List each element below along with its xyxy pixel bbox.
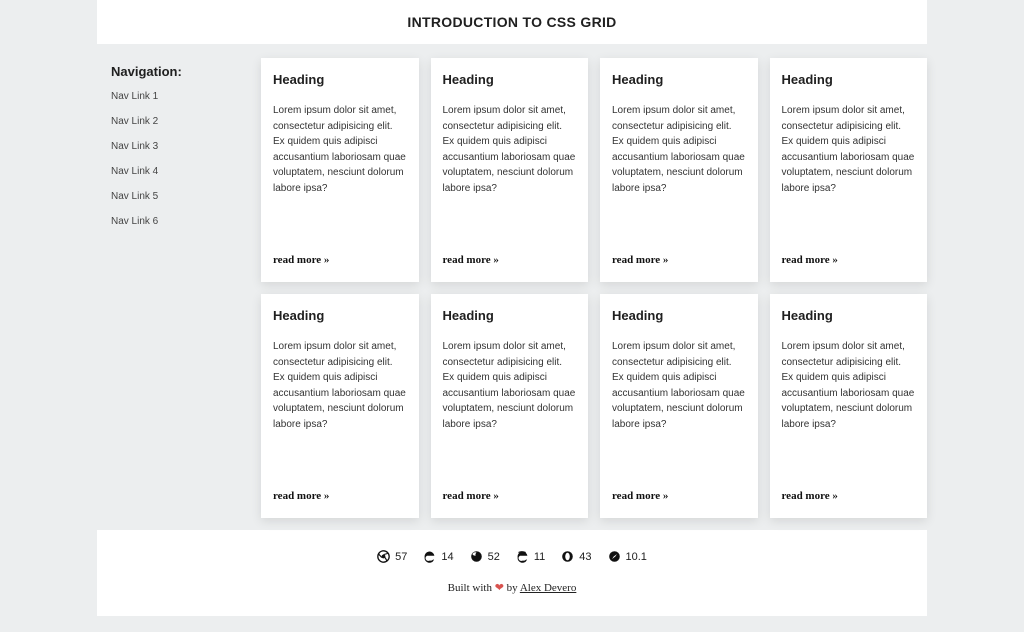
firefox-icon	[470, 550, 483, 563]
card-body: Lorem ipsum dolor sit amet, consectetur …	[612, 339, 746, 476]
nav-link-5[interactable]: Nav Link 5	[111, 191, 247, 202]
page-footer: 57 14 52 11	[97, 530, 927, 616]
footer-credits: Built with ❤ by Alex Devero	[107, 581, 917, 594]
card-grid: Heading Lorem ipsum dolor sit amet, cons…	[261, 58, 927, 518]
heart-icon: ❤	[495, 582, 504, 594]
card: Heading Lorem ipsum dolor sit amet, cons…	[261, 58, 419, 282]
browser-opera: 43	[561, 550, 591, 563]
read-more-link[interactable]: read more »	[273, 254, 407, 266]
card-heading: Heading	[443, 308, 577, 323]
card-body: Lorem ipsum dolor sit amet, consectetur …	[273, 103, 407, 240]
card: Heading Lorem ipsum dolor sit amet, cons…	[431, 58, 589, 282]
page-title: INTRODUCTION TO CSS GRID	[407, 14, 616, 30]
opera-icon	[561, 550, 574, 563]
browser-version: 10.1	[626, 551, 647, 563]
read-more-link[interactable]: read more »	[443, 254, 577, 266]
card-body: Lorem ipsum dolor sit amet, consectetur …	[782, 339, 916, 476]
edge-icon	[423, 550, 436, 563]
page-header: INTRODUCTION TO CSS GRID	[97, 0, 927, 44]
read-more-link[interactable]: read more »	[273, 490, 407, 502]
card: Heading Lorem ipsum dolor sit amet, cons…	[431, 294, 589, 518]
ie-icon	[516, 550, 529, 563]
read-more-link[interactable]: read more »	[782, 254, 916, 266]
browser-version: 11	[534, 551, 545, 563]
card-heading: Heading	[273, 72, 407, 87]
read-more-link[interactable]: read more »	[612, 490, 746, 502]
safari-icon	[608, 550, 621, 563]
card: Heading Lorem ipsum dolor sit amet, cons…	[261, 294, 419, 518]
card-body: Lorem ipsum dolor sit amet, consectetur …	[273, 339, 407, 476]
nav-link-6[interactable]: Nav Link 6	[111, 216, 247, 227]
card-body: Lorem ipsum dolor sit amet, consectetur …	[782, 103, 916, 240]
card-heading: Heading	[782, 308, 916, 323]
browser-version: 43	[579, 551, 591, 563]
card-body: Lorem ipsum dolor sit amet, consectetur …	[443, 339, 577, 476]
nav-link-1[interactable]: Nav Link 1	[111, 91, 247, 102]
browser-version: 14	[441, 551, 453, 563]
browser-firefox: 52	[470, 550, 500, 563]
author-link[interactable]: Alex Devero	[520, 582, 577, 594]
read-more-link[interactable]: read more »	[443, 490, 577, 502]
browser-chrome: 57	[377, 550, 407, 563]
nav-link-2[interactable]: Nav Link 2	[111, 116, 247, 127]
card: Heading Lorem ipsum dolor sit amet, cons…	[600, 294, 758, 518]
card-heading: Heading	[782, 72, 916, 87]
credits-prefix: Built with	[448, 582, 495, 594]
read-more-link[interactable]: read more »	[612, 254, 746, 266]
card: Heading Lorem ipsum dolor sit amet, cons…	[770, 294, 928, 518]
nav-link-3[interactable]: Nav Link 3	[111, 141, 247, 152]
card-heading: Heading	[612, 308, 746, 323]
sidebar-heading: Navigation:	[111, 64, 247, 79]
card-heading: Heading	[273, 308, 407, 323]
nav-link-4[interactable]: Nav Link 4	[111, 166, 247, 177]
sidebar-nav: Navigation: Nav Link 1 Nav Link 2 Nav Li…	[97, 58, 247, 518]
card-heading: Heading	[443, 72, 577, 87]
credits-by: by	[504, 582, 520, 594]
read-more-link[interactable]: read more »	[782, 490, 916, 502]
browser-support-list: 57 14 52 11	[107, 550, 917, 563]
card-body: Lorem ipsum dolor sit amet, consectetur …	[612, 103, 746, 240]
browser-version: 57	[395, 551, 407, 563]
chrome-icon	[377, 550, 390, 563]
card: Heading Lorem ipsum dolor sit amet, cons…	[600, 58, 758, 282]
browser-safari: 10.1	[608, 550, 647, 563]
card: Heading Lorem ipsum dolor sit amet, cons…	[770, 58, 928, 282]
browser-version: 52	[488, 551, 500, 563]
browser-ie: 11	[516, 550, 545, 563]
card-body: Lorem ipsum dolor sit amet, consectetur …	[443, 103, 577, 240]
browser-edge: 14	[423, 550, 453, 563]
card-heading: Heading	[612, 72, 746, 87]
